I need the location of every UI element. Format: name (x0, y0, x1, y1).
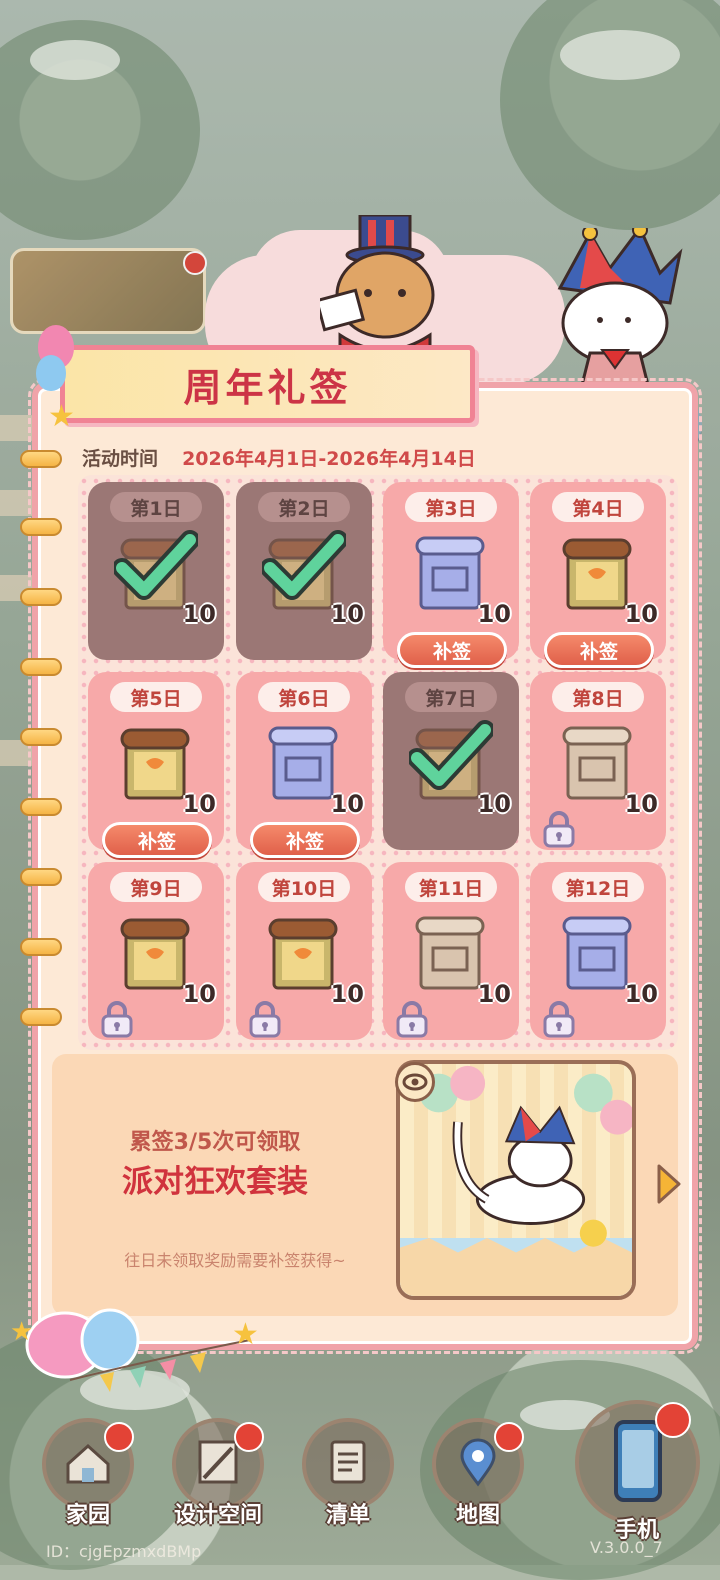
binder-ring (20, 938, 62, 956)
reward-quantity: 10 (330, 790, 364, 818)
reward-quantity: 10 (182, 600, 216, 628)
check-icon (407, 720, 495, 792)
notification-badge (494, 1422, 524, 1452)
bunting-decoration: ★ ★ (10, 1308, 259, 1392)
makeup-checkin-button[interactable]: 补签 (397, 632, 507, 668)
day-label: 第3日 (405, 492, 497, 522)
svg-text:★: ★ (10, 1317, 33, 1347)
binder-ring (20, 1008, 62, 1026)
day-label: 第8日 (552, 682, 644, 712)
game-version: V.3.0.0_7 (590, 1538, 663, 1557)
day-card-5[interactable]: 第5日 10 补签 (88, 672, 224, 858)
notification-badge (234, 1422, 264, 1452)
lock-icon (540, 1000, 578, 1038)
jester-cat-character (557, 228, 683, 395)
binder-ring (20, 658, 62, 676)
check-icon (260, 530, 348, 602)
reward-progress: 累签3/5次可领取 (129, 1130, 301, 1155)
day-card-2: 第2日 10 (236, 482, 372, 660)
reward-quantity: 10 (477, 980, 511, 1008)
reward-quantity: 10 (477, 790, 511, 818)
title-banner: 周年礼签 (60, 345, 475, 423)
lock-icon (98, 1000, 136, 1038)
day-card-11: 第11日 10 (383, 862, 519, 1040)
binder-ring (20, 868, 62, 886)
wood-scroll-icon (120, 914, 190, 994)
star-decoration: ★ (48, 399, 75, 434)
reward-quantity: 10 (624, 790, 658, 818)
beige-scroll-icon (562, 724, 632, 804)
blue-scroll-icon (415, 534, 485, 614)
day-label: 第11日 (405, 872, 497, 902)
binder-ring (20, 518, 62, 536)
day-label: 第6日 (258, 682, 350, 712)
day-card-3[interactable]: 第3日 10 补签 (383, 482, 519, 668)
day-card-6[interactable]: 第6日 10 补签 (236, 672, 372, 858)
blue-scroll-icon (562, 914, 632, 994)
day-card-12: 第12日 10 (530, 862, 666, 1040)
reward-name: 派对狂欢套装 (122, 1164, 308, 1200)
party-set-image (400, 1065, 632, 1296)
reward-quantity: 10 (330, 980, 364, 1008)
makeup-checkin-button[interactable]: 补签 (250, 822, 360, 858)
notification-badge (104, 1422, 134, 1452)
next-arrow-button[interactable] (655, 1162, 683, 1206)
nav-label: 设计空间 (173, 1503, 262, 1528)
wood-scroll-icon (562, 534, 632, 614)
day-label: 第12日 (552, 872, 644, 902)
balloon-decoration (36, 355, 66, 391)
beige-scroll-icon (415, 914, 485, 994)
preview-eye-button[interactable] (395, 1062, 435, 1102)
day-card-1: 第1日 10 (88, 482, 224, 660)
lock-icon (246, 1000, 284, 1038)
reward-preview[interactable] (396, 1060, 636, 1300)
day-card-8: 第8日 10 (530, 672, 666, 850)
activity-time-range: 2026年4月1日-2026年4月14日 (182, 448, 476, 470)
notification-badge (655, 1402, 691, 1438)
day-card-10: 第10日 10 (236, 862, 372, 1040)
binder-ring (20, 450, 62, 468)
nav-label: 家园 (65, 1503, 110, 1528)
activity-time: 活动时间 2026年4月1日-2026年4月14日 (82, 444, 476, 471)
wood-scroll-icon (268, 914, 338, 994)
makeup-checkin-button[interactable]: 补签 (544, 632, 654, 668)
blue-scroll-icon (268, 724, 338, 804)
check-icon (112, 530, 200, 602)
lock-icon (393, 1000, 431, 1038)
reward-quantity: 10 (330, 600, 364, 628)
binder-ring (20, 728, 62, 746)
binder-ring (20, 798, 62, 816)
reward-quantity: 10 (477, 600, 511, 628)
day-card-7: 第7日 10 (383, 672, 519, 850)
day-card-4[interactable]: 第4日 10 补签 (530, 482, 666, 668)
page-title: 周年礼签 (183, 365, 352, 410)
day-label: 第10日 (258, 872, 350, 902)
list-icon (318, 1432, 378, 1496)
day-label: 第5日 (110, 682, 202, 712)
day-label: 第9日 (110, 872, 202, 902)
reward-quantity: 10 (182, 980, 216, 1008)
reward-quantity: 10 (624, 600, 658, 628)
day-label: 第7日 (405, 682, 497, 712)
reward-quantity: 10 (182, 790, 216, 818)
player-id: ID：cjgEpzmxdBMp (46, 1542, 202, 1561)
eye-icon (402, 1073, 428, 1091)
day-label: 第4日 (552, 492, 644, 522)
nav-label: 地图 (455, 1503, 500, 1528)
nav-label: 清单 (325, 1503, 370, 1528)
day-label: 第2日 (258, 492, 350, 522)
day-card-9: 第9日 10 (88, 862, 224, 1040)
makeup-checkin-button[interactable]: 补签 (102, 822, 212, 858)
activity-time-label: 活动时间 (82, 448, 159, 470)
wood-scroll-icon (120, 724, 190, 804)
day-label: 第1日 (110, 492, 202, 522)
reward-note: 往日未领取奖励需要补签获得~ (124, 1251, 346, 1270)
lock-icon (540, 810, 578, 848)
dog-character (320, 215, 435, 365)
binder-ring (20, 588, 62, 606)
svg-text:★: ★ (232, 1317, 259, 1352)
reward-quantity: 10 (624, 980, 658, 1008)
